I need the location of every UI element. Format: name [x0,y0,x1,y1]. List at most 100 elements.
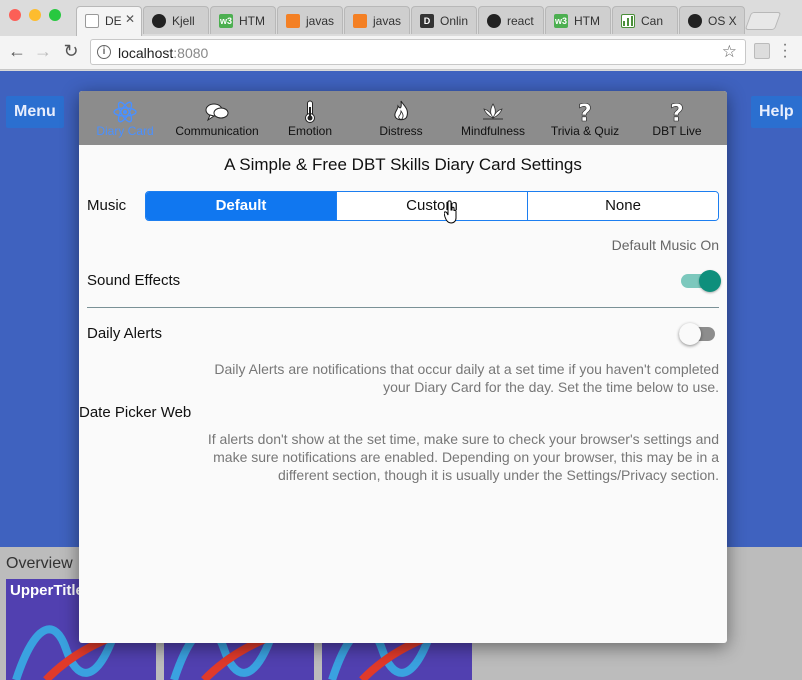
browser-tab[interactable]: DE ✕ [76,6,142,36]
page-icon [85,14,99,28]
stackoverflow-icon [286,14,300,28]
github-icon [688,14,702,28]
maximize-window-button[interactable] [49,9,61,21]
toggle-knob [679,323,701,345]
browser-tab[interactable]: w3 HTM [210,6,276,34]
note-line: make sure notifications are enabled. Dep… [213,449,719,465]
lotus-icon [483,103,503,120]
nav-label: Emotion [287,124,333,138]
daily-alerts-description: Daily Alerts are notifications that occu… [214,360,719,396]
url-text: localhost:8080 [118,45,208,61]
bookmark-star-icon[interactable]: ☆ [722,42,737,62]
speech-bubbles-icon [205,103,229,122]
close-window-button[interactable] [9,9,21,21]
music-segmented-control: Default Custom None [145,191,719,221]
reload-icon[interactable]: ↻ [60,41,82,62]
browser-tab[interactable]: Kjell [143,6,209,34]
browser-tab[interactable]: react [478,6,544,34]
tab-title: DE [105,14,122,28]
w3schools-icon: w3 [219,14,233,28]
modal-title: A Simple & Free DBT Skills Diary Card Se… [224,155,582,174]
nav-label: Trivia & Quiz [550,124,620,138]
github-icon [152,14,166,28]
nav-label: Communication [175,124,259,138]
music-label: Music [87,197,127,214]
nav-label: Diary Card [96,124,154,138]
nav-distress[interactable]: Distress [365,91,437,145]
tab-title: Kjell [172,14,195,28]
nav-label: Distress [379,124,423,138]
back-arrow-icon[interactable]: ← [6,41,28,62]
browser-toolbar: ← → ↻ i localhost:8080 ☆ [0,36,802,70]
description-line: Daily Alerts are notifications that occu… [214,361,719,377]
flame-icon [394,100,408,121]
nav-label: Mindfulness [460,124,526,138]
extension-icon[interactable] [754,43,770,59]
svg-text:?: ? [670,100,684,124]
nav-label: DBT Live [652,124,702,138]
browser-tab[interactable]: javas [344,6,410,34]
browser-tabstrip: DE ✕ Kjell w3 HTM javas javas D Onlin re… [0,0,802,36]
new-tab-button[interactable] [744,12,782,30]
info-icon[interactable]: i [97,45,111,59]
help-button[interactable]: Help [751,96,802,128]
chart-icon [621,14,635,28]
close-icon[interactable]: ✕ [125,12,135,26]
music-status-text: Default Music On [611,237,719,253]
forward-arrow-icon[interactable]: → [32,41,54,62]
nav-trivia-quiz[interactable]: ? Trivia & Quiz [545,91,625,145]
tab-title: HTM [239,14,265,28]
nav-dbt-live[interactable]: ? DBT Live [643,91,711,145]
svg-text:?: ? [578,100,592,124]
browser-settings-note: If alerts don't show at the set time, ma… [208,430,719,484]
modal-nav-bar: Diary Card Communication Emotion Distres… [79,91,727,145]
nav-emotion[interactable]: Emotion [273,91,347,145]
nav-mindfulness[interactable]: Mindfulness [451,91,535,145]
sound-effects-toggle[interactable] [681,270,721,292]
divider [87,307,719,308]
browser-tab[interactable]: w3 HTM [545,6,611,34]
question-icon: ? [670,100,685,124]
w3schools-icon: w3 [554,14,568,28]
overview-title: Overview [6,555,73,572]
nav-communication[interactable]: Communication [171,91,263,145]
browser-tab[interactable]: D Onlin [411,6,477,34]
thermometer-icon [305,100,315,123]
note-line: If alerts don't show at the set time, ma… [207,431,719,447]
url-port: :8080 [173,45,209,61]
menu-button[interactable]: Menu [6,96,64,128]
note-line: different section, though it is usually … [278,467,719,483]
tab-title: Can [641,14,664,28]
daily-alerts-toggle[interactable] [679,323,717,345]
browser-tab[interactable]: OS X [679,6,745,34]
nav-diary-card[interactable]: Diary Card [89,91,161,145]
sound-effects-label: Sound Effects [87,272,181,289]
daily-alerts-label: Daily Alerts [87,325,163,342]
settings-modal: Diary Card Communication Emotion Distres… [79,91,727,643]
music-option-default[interactable]: Default [146,192,336,220]
github-icon [487,14,501,28]
date-picker-label[interactable]: Date Picker Web [79,404,191,421]
d-icon: D [420,14,434,28]
url-host: localhost [118,45,174,61]
music-option-custom[interactable]: Custom [336,192,527,220]
tab-title: OS X [708,14,737,28]
browser-tab[interactable]: javas [277,6,343,34]
browser-menu-icon[interactable]: · · · [780,37,790,65]
music-option-none[interactable]: None [527,192,718,220]
address-bar[interactable]: i localhost:8080 ☆ [90,39,746,65]
card-title: UpperTitle [10,582,84,599]
tab-title: HTM [574,14,600,28]
tab-title: javas [373,14,402,28]
toggle-knob [699,270,721,292]
stackoverflow-icon [353,14,367,28]
tab-title: javas [306,14,335,28]
description-line: your Diary Card for the day. Set the tim… [383,379,719,395]
hand-cursor-icon [444,200,457,224]
question-icon: ? [578,100,593,124]
tab-title: react [507,14,534,28]
browser-tab[interactable]: Can [612,6,678,34]
tab-title: Onlin [440,14,469,28]
minimize-window-button[interactable] [29,9,41,21]
atom-icon [113,101,137,123]
